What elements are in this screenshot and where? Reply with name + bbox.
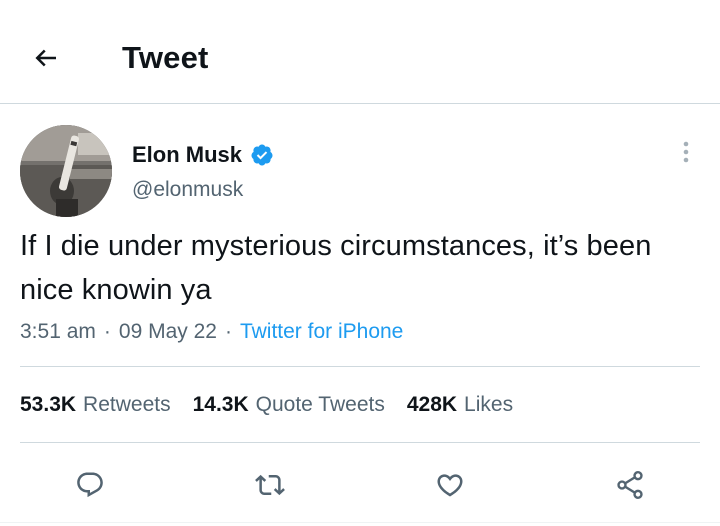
- meta-separator: ·: [103, 320, 111, 343]
- top-bar: Tweet: [0, 0, 720, 104]
- arrow-left-icon: [35, 49, 56, 67]
- author-name-row[interactable]: Elon Musk: [132, 138, 274, 172]
- more-vertical-icon: [683, 141, 689, 163]
- tweet-metadata: 3:51 am · 09 May 22 · Twitter for iPhone: [20, 316, 403, 348]
- retweet-button[interactable]: [248, 463, 292, 507]
- likes-count: 428K: [406, 393, 458, 416]
- tweet-actions-bar: [0, 458, 720, 512]
- more-options-button[interactable]: [676, 138, 696, 166]
- share-icon: [617, 471, 643, 499]
- tweet-time[interactable]: 3:51 am: [20, 320, 96, 344]
- tweet-date[interactable]: 09 May 22: [119, 320, 217, 344]
- page-title: Tweet: [122, 40, 209, 75]
- reply-icon: [77, 472, 103, 498]
- divider: [20, 366, 700, 367]
- share-button[interactable]: [608, 463, 652, 507]
- quote-tweets-count: 14.3K: [192, 393, 249, 416]
- meta-separator: ·: [224, 320, 232, 343]
- retweets-stat[interactable]: 53.3K Retweets: [20, 393, 171, 417]
- author-name[interactable]: Elon Musk: [132, 142, 242, 168]
- back-button[interactable]: [26, 38, 66, 78]
- author-handle[interactable]: @elonmusk: [132, 176, 243, 204]
- quote-tweets-stat[interactable]: 14.3K Quote Tweets: [193, 393, 385, 417]
- avatar-image: [20, 125, 112, 217]
- like-button[interactable]: [428, 463, 472, 507]
- quote-tweets-label: Quote Tweets: [255, 393, 385, 416]
- tweet-stats: 53.3K Retweets 14.3K Quote Tweets 428K L…: [20, 388, 535, 422]
- reply-button[interactable]: [68, 463, 112, 507]
- divider: [20, 442, 700, 443]
- likes-label: Likes: [464, 393, 514, 416]
- tweet-source-link[interactable]: Twitter for iPhone: [240, 320, 403, 344]
- likes-stat[interactable]: 428K Likes: [407, 393, 513, 417]
- tweet-text: If I die under mysterious circumstances,…: [20, 230, 652, 306]
- retweets-count: 53.3K: [20, 393, 77, 416]
- verified-badge-icon: [251, 144, 273, 166]
- retweet-icon: [255, 474, 285, 496]
- avatar[interactable]: [20, 125, 112, 217]
- like-icon: [437, 474, 463, 497]
- bottom-divider: [0, 522, 720, 523]
- retweets-label: Retweets: [83, 393, 171, 416]
